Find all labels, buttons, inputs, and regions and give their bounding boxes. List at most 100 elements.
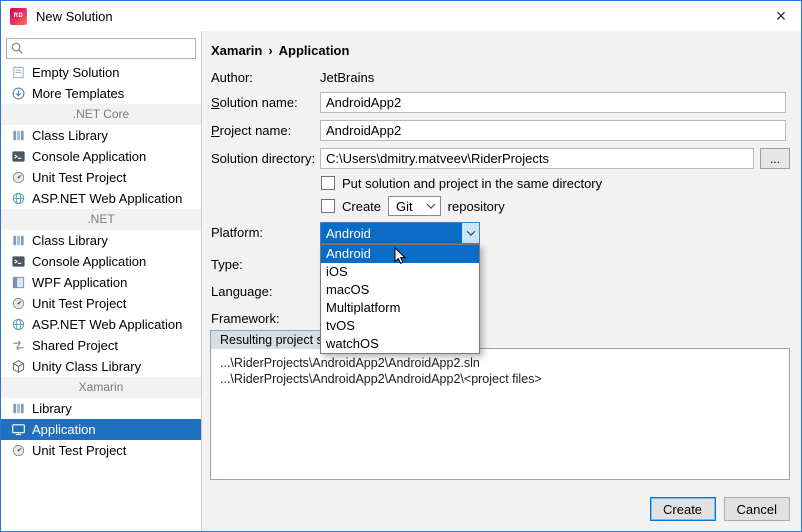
sidebar-item-aspnet-web-application[interactable]: ASP.NET Web Application bbox=[1, 314, 201, 335]
project-name-input[interactable] bbox=[320, 120, 786, 141]
sidebar-item-more-templates[interactable]: More Templates bbox=[1, 83, 201, 104]
sidebar-item-unity-class-library[interactable]: Unity Class Library bbox=[1, 356, 201, 377]
unit-test-icon bbox=[10, 443, 26, 459]
cancel-button[interactable]: Cancel bbox=[724, 497, 790, 521]
sidebar-item-wpf-application[interactable]: WPF Application bbox=[1, 272, 201, 293]
dropdown-option-tvos[interactable]: tvOS bbox=[321, 317, 479, 335]
rider-logo-icon: RD bbox=[10, 8, 27, 25]
sidebar-item-aspnet-web-application[interactable]: ASP.NET Web Application bbox=[1, 188, 201, 209]
console-application-icon bbox=[10, 149, 26, 165]
breadcrumb-current: Application bbox=[279, 43, 350, 58]
vcs-select[interactable]: Git bbox=[388, 196, 441, 216]
sidebar-item-console-application[interactable]: Console Application bbox=[1, 146, 201, 167]
sidebar-item-library[interactable]: Library bbox=[1, 398, 201, 419]
search-input[interactable] bbox=[6, 38, 196, 59]
preview-line: ...\RiderProjects\AndroidApp2\AndroidApp… bbox=[220, 355, 780, 371]
language-label: Language: bbox=[211, 284, 272, 299]
browse-button[interactable]: ... bbox=[760, 148, 790, 169]
sidebar-item-label: ASP.NET Web Application bbox=[32, 317, 182, 332]
class-library-icon bbox=[10, 233, 26, 249]
create-repository-label[interactable]: Create bbox=[342, 199, 381, 214]
solution-directory-label: Solution directory: bbox=[211, 151, 315, 166]
search-icon bbox=[10, 41, 24, 55]
sidebar-item-class-library[interactable]: Class Library bbox=[1, 125, 201, 146]
sidebar-item-unit-test-project[interactable]: Unit Test Project bbox=[1, 293, 201, 314]
new-solution-dialog: RD New Solution × Empty Solution More Te… bbox=[0, 0, 802, 532]
sidebar-item-label: Shared Project bbox=[32, 338, 118, 353]
dropdown-option-ios[interactable]: iOS bbox=[321, 263, 479, 281]
sidebar-item-application[interactable]: Application bbox=[1, 419, 201, 440]
sidebar-item-shared-project[interactable]: Shared Project bbox=[1, 335, 201, 356]
template-search bbox=[6, 38, 196, 59]
sidebar-item-empty-solution[interactable]: Empty Solution bbox=[1, 62, 201, 83]
same-directory-label[interactable]: Put solution and project in the same dir… bbox=[342, 176, 602, 191]
sidebar-section-xamarin: Xamarin bbox=[1, 377, 201, 398]
web-globe-icon bbox=[10, 317, 26, 333]
platform-select[interactable]: Android bbox=[320, 222, 480, 244]
author-value: JetBrains bbox=[320, 70, 374, 85]
same-directory-checkbox[interactable] bbox=[321, 176, 335, 190]
dropdown-option-android[interactable]: Android bbox=[321, 245, 479, 263]
solution-directory-input[interactable] bbox=[320, 148, 754, 169]
sidebar-item-label: More Templates bbox=[32, 86, 124, 101]
dropdown-option-macos[interactable]: macOS bbox=[321, 281, 479, 299]
unit-test-icon bbox=[10, 296, 26, 312]
preview-line: ...\RiderProjects\AndroidApp2\AndroidApp… bbox=[220, 371, 780, 387]
sidebar-item-unit-test-project[interactable]: Unit Test Project bbox=[1, 440, 201, 461]
project-structure-preview: ...\RiderProjects\AndroidApp2\AndroidApp… bbox=[210, 348, 790, 480]
sidebar-section-net: .NET bbox=[1, 209, 201, 230]
dialog-footer: Create Cancel bbox=[650, 497, 790, 521]
sidebar-item-label: Unit Test Project bbox=[32, 296, 126, 311]
sidebar-item-label: Console Application bbox=[32, 149, 146, 164]
class-library-icon bbox=[10, 128, 26, 144]
sidebar-item-label: Empty Solution bbox=[32, 65, 119, 80]
empty-solution-icon bbox=[10, 65, 26, 81]
sidebar-item-label: Unity Class Library bbox=[32, 359, 141, 374]
project-name-label: Project name: bbox=[211, 123, 291, 138]
breadcrumb-separator: › bbox=[268, 43, 272, 58]
repository-label: repository bbox=[448, 199, 505, 214]
close-icon[interactable]: × bbox=[770, 7, 792, 25]
sidebar-item-label: WPF Application bbox=[32, 275, 127, 290]
application-monitor-icon bbox=[10, 422, 26, 438]
sidebar-item-label: Unit Test Project bbox=[32, 170, 126, 185]
web-globe-icon bbox=[10, 191, 26, 207]
breadcrumb: Xamarin › Application bbox=[211, 43, 349, 58]
sidebar-item-class-library[interactable]: Class Library bbox=[1, 230, 201, 251]
unity-cube-icon bbox=[10, 359, 26, 375]
shared-project-icon bbox=[10, 338, 26, 354]
sidebar-item-label: Unit Test Project bbox=[32, 443, 126, 458]
solution-name-label: Solution name: bbox=[211, 95, 298, 110]
solution-name-input[interactable] bbox=[320, 92, 786, 113]
sidebar-item-label: Console Application bbox=[32, 254, 146, 269]
dropdown-option-watchos[interactable]: watchOS bbox=[321, 335, 479, 353]
template-sidebar: Empty Solution More Templates .NET Core … bbox=[1, 31, 202, 531]
chevron-down-icon bbox=[462, 223, 479, 243]
dropdown-option-multiplatform[interactable]: Multiplatform bbox=[321, 299, 479, 317]
author-label: Author: bbox=[211, 70, 253, 85]
sidebar-item-label: Application bbox=[32, 422, 96, 437]
sidebar-item-label: ASP.NET Web Application bbox=[32, 191, 182, 206]
sidebar-item-console-application[interactable]: Console Application bbox=[1, 251, 201, 272]
framework-label: Framework: bbox=[211, 311, 280, 326]
platform-dropdown-list: Android iOS macOS Multiplatform tvOS wat… bbox=[320, 244, 480, 354]
window-title: New Solution bbox=[36, 9, 113, 24]
wpf-application-icon bbox=[10, 275, 26, 291]
sidebar-item-unit-test-project[interactable]: Unit Test Project bbox=[1, 167, 201, 188]
create-button[interactable]: Create bbox=[650, 497, 716, 521]
breadcrumb-parent[interactable]: Xamarin bbox=[211, 43, 262, 58]
more-templates-icon bbox=[10, 86, 26, 102]
type-label: Type: bbox=[211, 257, 243, 272]
console-application-icon bbox=[10, 254, 26, 270]
create-repository-checkbox[interactable] bbox=[321, 199, 335, 213]
sidebar-item-label: Class Library bbox=[32, 233, 108, 248]
platform-selected-value: Android bbox=[321, 223, 462, 243]
vcs-selected-value: Git bbox=[396, 199, 423, 214]
sidebar-section-net-core: .NET Core bbox=[1, 104, 201, 125]
library-icon bbox=[10, 401, 26, 417]
chevron-down-icon bbox=[423, 197, 440, 215]
sidebar-item-label: Library bbox=[32, 401, 72, 416]
sidebar-item-label: Class Library bbox=[32, 128, 108, 143]
same-directory-row: Put solution and project in the same dir… bbox=[321, 175, 602, 191]
title-bar: RD New Solution × bbox=[1, 1, 801, 31]
